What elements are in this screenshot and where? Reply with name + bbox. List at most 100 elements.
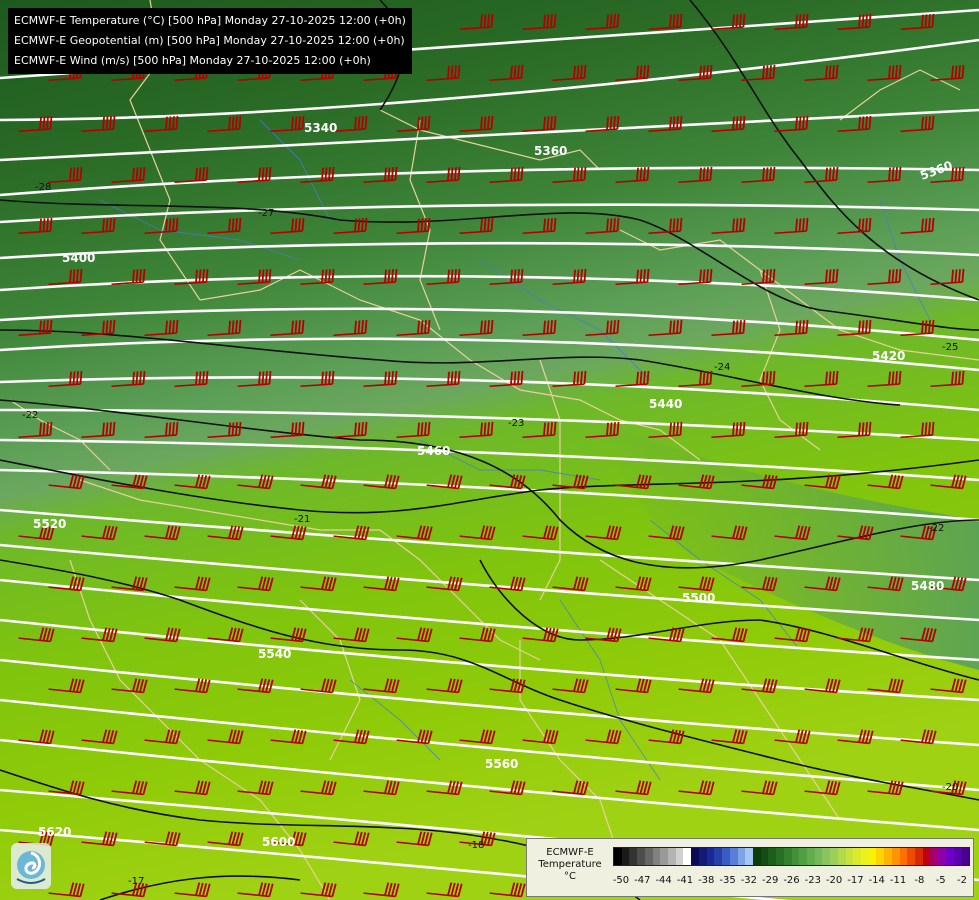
weather-map: 5340 5360 5360 5400 5420 5440 5460 5480 …	[0, 0, 979, 900]
isotherm-label: -20	[942, 782, 958, 793]
legend-swatch	[791, 848, 800, 865]
legend-swatch	[776, 848, 784, 865]
temperature-legend: ECMWF-E Temperature °C -50 -47 -44 -41 -38 -3…	[526, 838, 974, 897]
legend-swatch	[768, 848, 777, 865]
legend-swatch	[614, 848, 622, 865]
legend-swatch	[714, 848, 723, 865]
legend-tick: -26	[783, 875, 800, 886]
geopotential-label: 5460	[417, 444, 450, 458]
isotherm-label: -27	[258, 208, 274, 219]
header-line-geopotential: ECMWF-E Geopotential (m) [500 hPa] Monda…	[14, 34, 405, 47]
legend-swatch	[644, 848, 653, 865]
geopotential-label: 5440	[649, 397, 682, 411]
legend-swatch	[668, 848, 676, 865]
logo-icon	[11, 843, 51, 889]
legend-title: ECMWF-E Temperature °C	[531, 847, 609, 883]
legend-swatch	[675, 848, 684, 865]
legend-swatch	[915, 848, 923, 865]
legend-swatch	[637, 848, 645, 865]
geopotential-label: 5360	[534, 144, 567, 158]
geopotential-label: 5560	[485, 757, 518, 771]
legend-tick: -29	[762, 875, 779, 886]
map-header: ECMWF-E Temperature (°C) [500 hPa] Monda…	[8, 8, 412, 74]
legend-title-variable: Temperature	[538, 859, 602, 870]
legend-swatch	[621, 848, 630, 865]
legend-swatch	[737, 848, 746, 865]
legend-swatch	[891, 848, 900, 865]
legend-swatch	[691, 848, 699, 865]
legend-swatch	[899, 848, 908, 865]
legend-tick: -20	[825, 875, 843, 886]
legend-swatch	[884, 848, 892, 865]
legend-swatch	[837, 848, 846, 865]
legend-swatch	[706, 848, 715, 865]
legend-tick: -38	[698, 875, 715, 886]
legend-swatch	[876, 848, 885, 865]
legend-tick: -32	[740, 875, 758, 886]
legend-swatch	[783, 848, 792, 865]
legend-tick: -11	[889, 875, 907, 886]
legend-tick: -50	[612, 875, 630, 886]
legend-swatch	[752, 848, 761, 865]
geopotential-label: 5540	[258, 647, 291, 661]
isotherm-label: -22	[928, 523, 944, 534]
legend-swatch	[961, 848, 970, 865]
legend-swatch	[930, 848, 939, 865]
legend-swatch	[922, 848, 931, 865]
legend-swatch	[907, 848, 916, 865]
legend-swatch	[945, 848, 954, 865]
isotherm-label: -25	[942, 342, 958, 353]
legend-color-bar	[613, 847, 970, 866]
legend-swatch	[745, 848, 753, 865]
legend-swatch	[861, 848, 869, 865]
legend-swatch	[629, 848, 638, 865]
isotherm-label: -18	[468, 840, 484, 851]
legend-swatch	[729, 848, 738, 865]
geopotential-label: 5520	[33, 517, 66, 531]
isotherm-label: -21	[294, 514, 310, 525]
legend-swatch	[814, 848, 823, 865]
legend-tick: -5	[935, 875, 946, 886]
legend-swatch	[938, 848, 946, 865]
geopotential-label: 5500	[682, 591, 715, 605]
legend-tick: -35	[719, 875, 736, 886]
legend-title-unit: °C	[564, 871, 576, 882]
isotherm-label: -28	[35, 182, 51, 193]
legend-swatch	[683, 848, 692, 865]
legend-swatch	[822, 848, 831, 865]
legend-title-model: ECMWF-E	[546, 847, 594, 858]
legend-swatch	[652, 848, 661, 865]
geopotential-label: 5340	[304, 121, 337, 135]
legend-tick: -41	[676, 875, 694, 886]
geopotential-label: 5480	[911, 579, 944, 593]
legend-swatch	[953, 848, 962, 865]
header-line-wind: ECMWF-E Wind (m/s) [500 hPa] Monday 27-1…	[14, 54, 371, 67]
legend-tick: -44	[655, 875, 672, 886]
legend-swatch	[799, 848, 807, 865]
legend-swatch	[698, 848, 707, 865]
isotherm-label: -24	[714, 362, 730, 373]
legend-swatch	[845, 848, 854, 865]
geopotential-label: 5600	[262, 835, 295, 849]
legend-tick: -2	[957, 875, 967, 886]
legend-swatch	[868, 848, 877, 865]
legend-swatch	[806, 848, 815, 865]
legend-swatch	[760, 848, 769, 865]
isotherm-label: -22	[22, 410, 38, 421]
legend-swatch	[830, 848, 838, 865]
legend-tick: -47	[634, 875, 651, 886]
geopotential-label: 5400	[62, 251, 95, 265]
geopotential-label: 5420	[872, 349, 905, 363]
geopotential-label: 5620	[38, 825, 71, 839]
legend-tick: -17	[847, 875, 864, 886]
header-line-temperature: ECMWF-E Temperature (°C) [500 hPa] Monda…	[14, 14, 406, 27]
isotherm-label: -23	[508, 418, 524, 429]
legend-swatch	[853, 848, 861, 865]
legend-tick: -23	[804, 875, 821, 886]
legend-tick: -8	[914, 875, 925, 886]
legend-swatch	[660, 848, 669, 865]
isotherm-label: -17	[128, 876, 144, 887]
legend-tick: -14	[868, 875, 885, 886]
legend-tick-labels: -50 -47 -44 -41 -38 -35 -32 -29 -26 -23 -20 -17 -14-…	[613, 875, 970, 889]
legend-swatch	[722, 848, 730, 865]
